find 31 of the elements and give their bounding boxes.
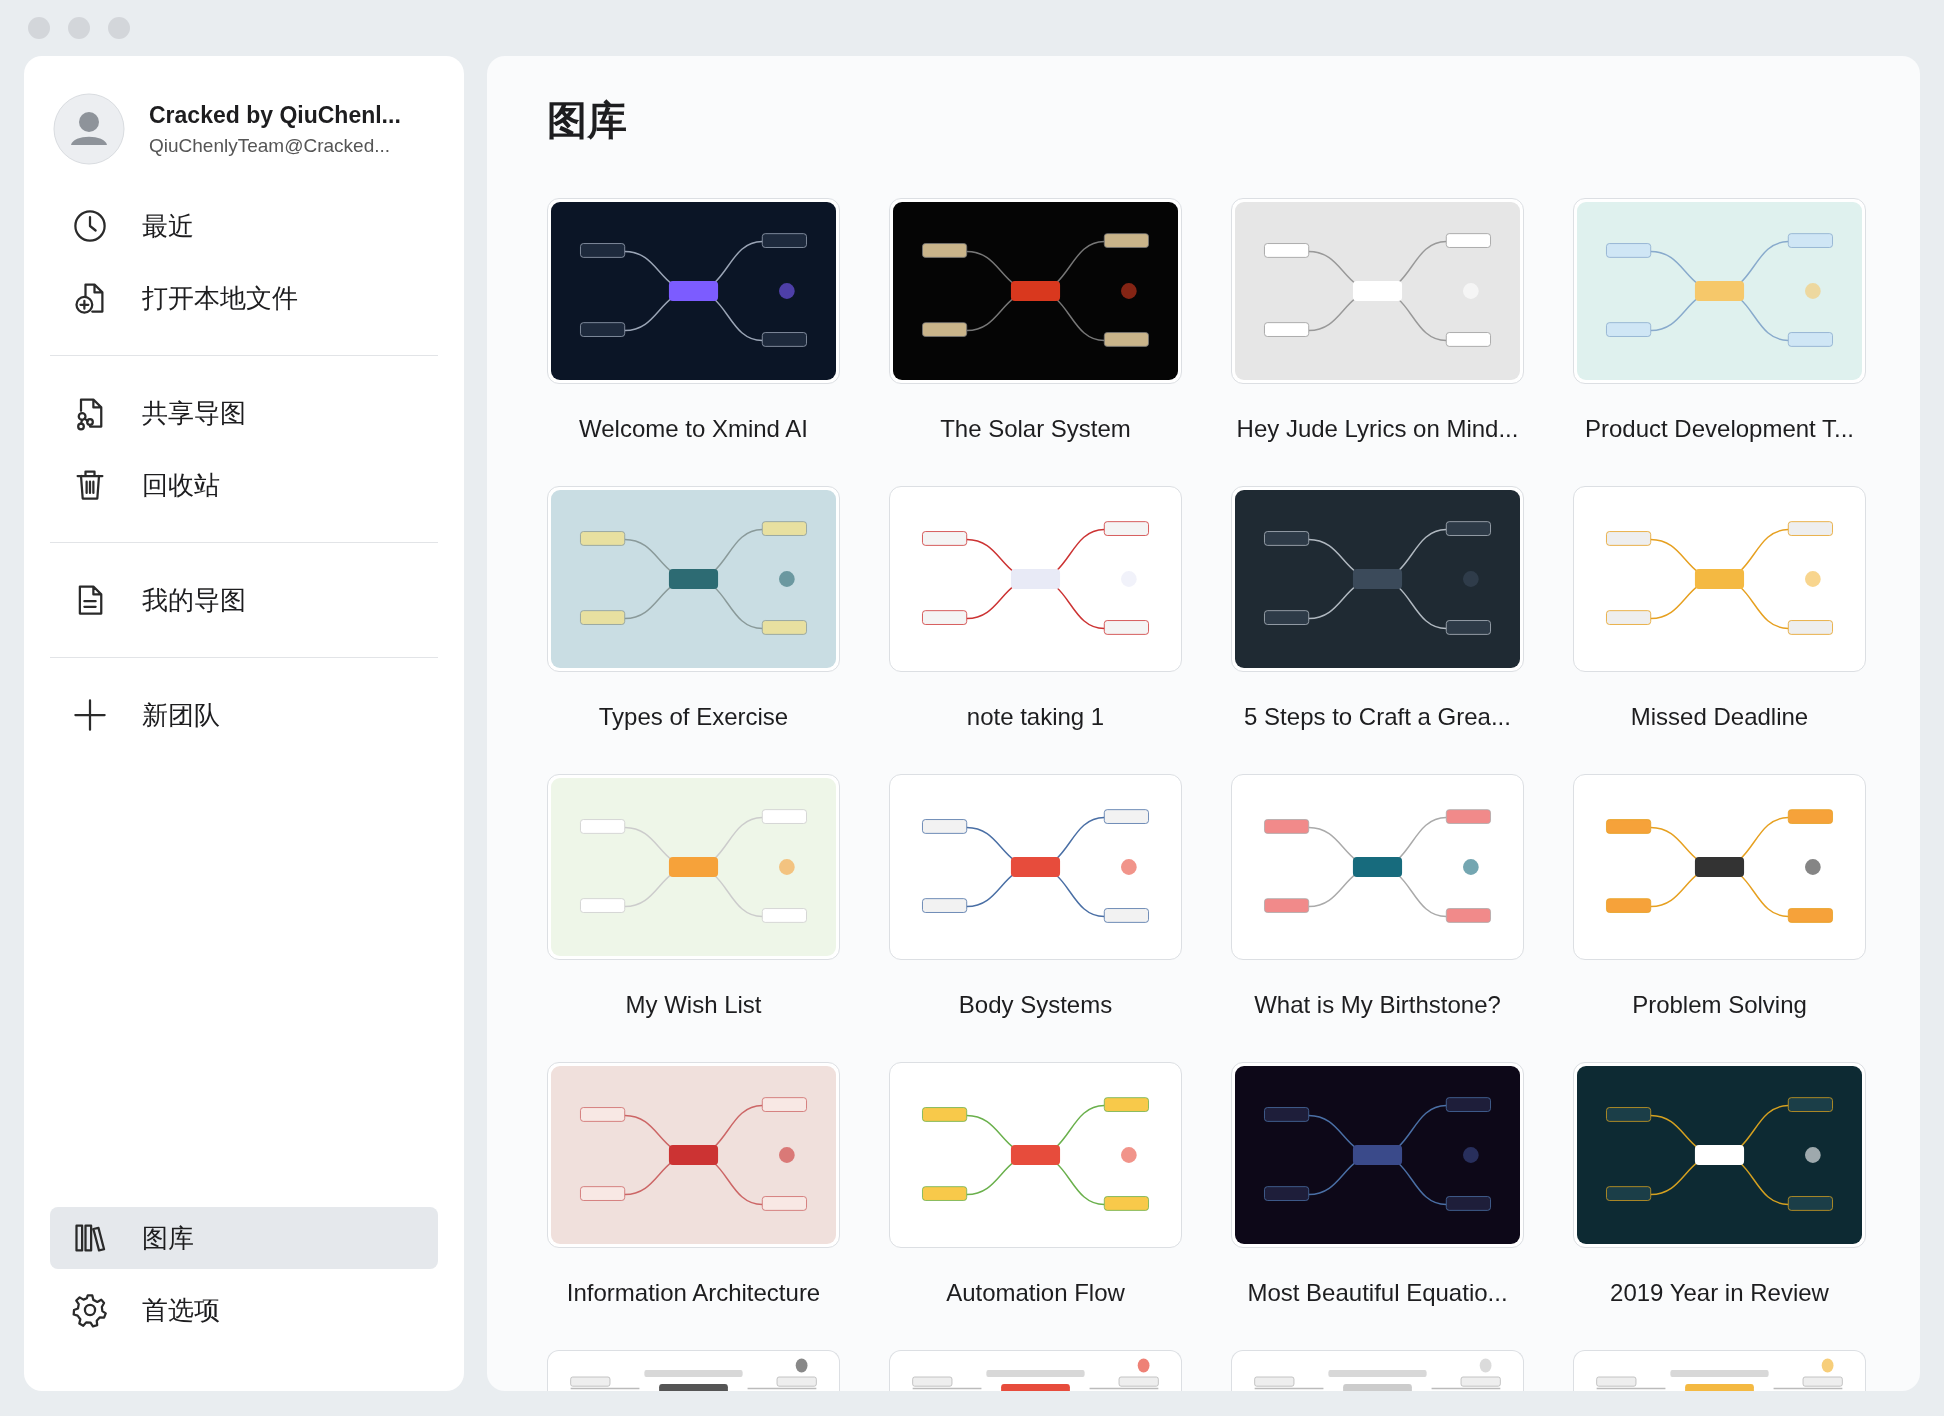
user-name: Cracked by QiuChenl...	[149, 101, 401, 129]
template-title: Welcome to Xmind AI	[579, 414, 808, 444]
sidebar-item[interactable]: 打开本地文件	[50, 267, 438, 329]
template-title: Automation Flow	[946, 1278, 1125, 1308]
template-title: 5 Steps to Craft a Grea...	[1244, 702, 1511, 732]
avatar-icon	[53, 93, 125, 165]
sidebar-item[interactable]: 新团队	[50, 684, 438, 746]
sidebar-item[interactable]: 最近	[50, 195, 438, 257]
template-title: Body Systems	[958, 990, 1113, 1020]
plus-icon	[72, 697, 108, 733]
template-title: What is My Birthstone?	[1254, 990, 1501, 1020]
sidebar-item[interactable]: 共享导图	[50, 382, 438, 444]
template-title: The Solar System	[940, 414, 1131, 444]
template-title: Types of Exercise	[598, 702, 789, 732]
gear-icon	[72, 1292, 108, 1328]
template-title: My Wish List	[625, 990, 762, 1020]
template-title: 2019 Year in Review	[1610, 1278, 1829, 1308]
user-email: QiuChenlyTeam@Cracked...	[149, 134, 392, 157]
clock-icon	[72, 208, 108, 244]
sidebar-item[interactable]: 回收站	[50, 454, 438, 516]
template-title: note taking 1	[966, 702, 1105, 732]
sidebar-item[interactable]: 首选项	[50, 1279, 438, 1341]
template-title: Information Architecture	[566, 1278, 821, 1308]
sidebar-item[interactable]: 我的导图	[50, 569, 438, 631]
sidebar-item[interactable]: 图库	[50, 1207, 438, 1269]
template-title: Hey Jude Lyrics on Mind...	[1236, 414, 1519, 444]
template-title: Product Development T...	[1585, 414, 1854, 444]
template-title: Most Beautiful Equatio...	[1247, 1278, 1508, 1308]
template-title: Problem Solving	[1632, 990, 1807, 1020]
template-title: Missed Deadline	[1630, 702, 1809, 732]
page-title: 图库	[547, 97, 628, 144]
